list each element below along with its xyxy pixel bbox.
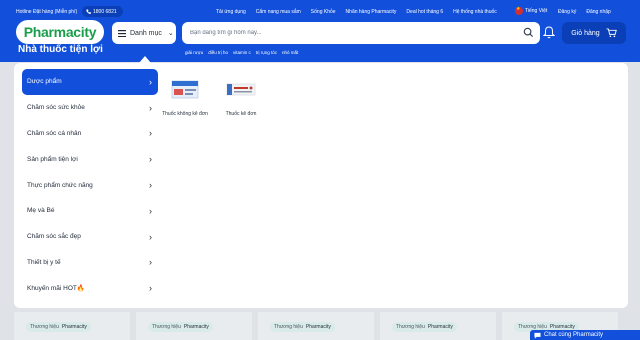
- chevron-right-icon: ›: [149, 257, 152, 268]
- menu-item-label: Chăm sóc cá nhân: [27, 129, 82, 137]
- top-link-app[interactable]: Tải ứng dụng: [216, 9, 246, 15]
- chevron-right-icon: ›: [149, 102, 152, 113]
- menu-item-cham-soc-suc-khoe[interactable]: Chăm sóc sức khỏe ›: [22, 95, 158, 121]
- language-label: Tiếng Việt: [525, 8, 548, 14]
- subcategory-label: Thuốc không kê đơn: [162, 111, 208, 117]
- subcategory-label: Thuốc kê đơn: [225, 111, 257, 117]
- chevron-right-icon: ›: [149, 205, 152, 216]
- brand-pill-name: Pharmacity: [305, 324, 331, 330]
- suggestion-item[interactable]: điều trị ho: [208, 50, 228, 55]
- site-header: Hotline Đặt hàng (Miễn phí) 1800 6821 Tả…: [0, 0, 640, 63]
- auth-links: Đăng ký Đăng nhập: [558, 9, 611, 15]
- top-link-brand[interactable]: Nhãn hàng Pharmacity: [346, 9, 397, 15]
- chevron-right-icon: ›: [149, 76, 152, 87]
- slogan: Nhà thuốc tiện lợi: [18, 44, 103, 55]
- cart-label: Giỏ hàng: [571, 29, 600, 37]
- suggestion-item[interactable]: nhỏ mắt: [282, 50, 298, 55]
- dropdown-caret: [139, 56, 151, 63]
- menu-item-cham-soc-ca-nhan[interactable]: Chăm sóc cá nhân ›: [22, 121, 158, 147]
- menu-item-label: Thực phẩm chức năng: [27, 181, 93, 189]
- brand-pill-label: Thương hiệu: [396, 324, 425, 330]
- top-bar: Hotline Đặt hàng (Miễn phí) 1800 6821 Tả…: [0, 6, 640, 18]
- brand-pill-name: Pharmacity: [183, 324, 209, 330]
- cart-icon: [606, 28, 617, 38]
- brand-pill-name: Pharmacity: [427, 324, 453, 330]
- cart-button[interactable]: Giỏ hàng: [562, 22, 626, 44]
- category-mega-menu: Dược phẩm › Chăm sóc sức khỏe › Chăm sóc c…: [14, 63, 628, 308]
- menu-item-label: Dược phẩm: [27, 78, 62, 86]
- brand-pill[interactable]: Thương hiệu Pharmacity: [26, 322, 91, 332]
- brand-pill-name: Pharmacity: [61, 324, 87, 330]
- category-list: Dược phẩm › Chăm sóc sức khỏe › Chăm sóc c…: [22, 69, 158, 301]
- brand-pill-label: Thương hiệu: [152, 324, 181, 330]
- menu-item-label: Chăm sóc sắc đẹp: [27, 233, 81, 241]
- logo-text: Pharmacity: [23, 24, 97, 40]
- menu-item-label: Sản phẩm tiện lợi: [27, 155, 78, 163]
- suggestion-item[interactable]: trị rụng tóc: [256, 50, 277, 55]
- menu-item-me-va-be[interactable]: Mẹ và Bé ›: [22, 198, 158, 224]
- search-suggestions: giải rượu điều trị ho vitamin c trị rụng…: [185, 50, 298, 55]
- pharmacity-logo[interactable]: Pharmacity: [16, 20, 104, 44]
- chevron-right-icon: ›: [149, 231, 152, 242]
- menu-item-label: Mẹ và Bé: [27, 207, 55, 215]
- hotline-phone-button[interactable]: 1800 6821: [82, 6, 123, 17]
- prescription-medicine-image: [225, 75, 257, 103]
- subcategory-prescription[interactable]: Thuốc kê đơn: [216, 75, 266, 117]
- menu-item-khuyen-mai-hot[interactable]: Khuyến mãi HOT🔥 ›: [22, 275, 158, 301]
- top-link-guide[interactable]: Cẩm nang mua sắm: [256, 9, 301, 15]
- bell-icon[interactable]: [543, 26, 555, 39]
- search-bar: [182, 22, 540, 44]
- category-button-label: Danh mục: [130, 29, 162, 37]
- suggestion-item[interactable]: giải rượu: [185, 50, 203, 55]
- hotline-phone-number: 1800 6821: [93, 8, 117, 15]
- chevron-right-icon: ›: [149, 154, 152, 165]
- brand-pill-label: Thương hiệu: [30, 324, 59, 330]
- menu-item-duoc-pham[interactable]: Dược phẩm ›: [22, 69, 158, 95]
- menu-item-label: Khuyến mãi HOT🔥: [27, 285, 85, 293]
- search-input[interactable]: [190, 27, 510, 39]
- vietnam-flag-icon: [515, 6, 523, 15]
- menu-item-thiet-bi-y-te[interactable]: Thiết bị y tế ›: [22, 250, 158, 276]
- menu-item-thuc-pham-chuc-nang[interactable]: Thực phẩm chức năng ›: [22, 172, 158, 198]
- menu-item-label: Thiết bị y tế: [27, 258, 61, 266]
- suggestion-item[interactable]: vitamin c: [233, 50, 251, 55]
- phone-icon: [86, 9, 91, 14]
- subcategory-otc[interactable]: Thuốc không kê đơn: [160, 75, 210, 117]
- menu-item-cham-soc-sac-dep[interactable]: Chăm sóc sắc đẹp ›: [22, 224, 158, 250]
- top-link-deal[interactable]: Deal hot tháng 6: [406, 9, 443, 15]
- login-link[interactable]: Đăng nhập: [586, 9, 610, 15]
- brand-pill-label: Thương hiệu: [274, 324, 303, 330]
- menu-item-label: Chăm sóc sức khỏe: [27, 104, 85, 112]
- chat-bubble-icon: [534, 332, 541, 339]
- chat-label: Chat cùng Pharmacity: [544, 332, 604, 338]
- chevron-right-icon: ›: [149, 128, 152, 139]
- brand-pill[interactable]: Thương hiệu Pharmacity: [148, 322, 213, 332]
- brand-pill[interactable]: Thương hiệu Pharmacity: [270, 322, 335, 332]
- hotline-text: Hotline Đặt hàng (Miễn phí): [16, 9, 78, 15]
- language-selector[interactable]: Tiếng Việt: [515, 6, 548, 15]
- menu-item-san-pham-tien-loi[interactable]: Sản phẩm tiện lợi ›: [22, 146, 158, 172]
- top-link-health[interactable]: Sống Khỏe: [311, 9, 336, 15]
- top-link-stores[interactable]: Hệ thống nhà thuốc: [453, 9, 497, 15]
- top-links: Tải ứng dụng Cẩm nang mua sắm Sống Khỏe …: [216, 9, 497, 15]
- chevron-right-icon: ›: [149, 180, 152, 191]
- otc-medicine-image: [169, 75, 201, 103]
- chat-widget-button[interactable]: Chat cùng Pharmacity: [530, 330, 640, 340]
- brand-pill[interactable]: Thương hiệu Pharmacity: [392, 322, 457, 332]
- hamburger-icon: [118, 29, 126, 37]
- chevron-right-icon: ›: [149, 283, 152, 294]
- register-link[interactable]: Đăng ký: [558, 9, 576, 15]
- chevron-down-icon: ⌄: [167, 30, 174, 37]
- search-icon[interactable]: [523, 27, 534, 38]
- category-menu-button[interactable]: Danh mục ⌄: [112, 22, 176, 44]
